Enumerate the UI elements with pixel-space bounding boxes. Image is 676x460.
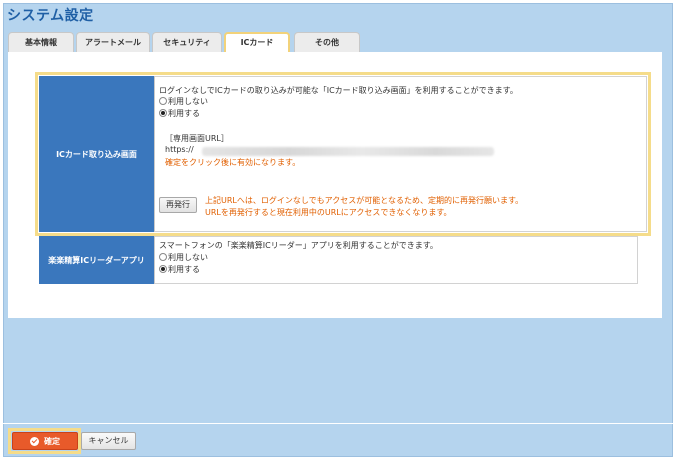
cancel-button[interactable]: キャンセル: [81, 432, 136, 450]
reader-app-option-on[interactable]: 利用する: [159, 264, 200, 275]
tab-alert-mail[interactable]: アラートメール: [76, 32, 150, 52]
reader-app-description: スマートフォンの「楽楽精算ICリーダー」アプリを利用することができます。: [159, 241, 438, 250]
check-circle-icon: [30, 436, 39, 446]
reader-app-body: スマートフォンの「楽楽精算ICリーダー」アプリを利用することができます。 利用し…: [155, 236, 638, 284]
tab-ic-card[interactable]: ICカード: [224, 32, 290, 52]
ic-capture-highlight: [35, 72, 651, 236]
confirm-button[interactable]: 確定: [12, 432, 78, 450]
radio-on-icon[interactable]: [159, 265, 167, 273]
reader-app-row: 楽楽精算ICリーダーアプリ スマートフォンの「楽楽精算ICリーダー」アプリを利用…: [39, 236, 638, 284]
radio-off-icon[interactable]: [159, 253, 167, 261]
reader-app-option-off[interactable]: 利用しない: [159, 252, 208, 263]
tab-other[interactable]: その他: [294, 32, 360, 52]
settings-panel: ICカード取り込み画面 ログインなしでICカードの取り込みが可能な「ICカード取…: [8, 52, 662, 318]
tab-security[interactable]: セキュリティ: [152, 32, 222, 52]
page-title: システム設定: [7, 8, 94, 24]
tab-basic-info[interactable]: 基本情報: [8, 32, 74, 52]
footer-divider: [3, 423, 673, 424]
reader-app-label: 楽楽精算ICリーダーアプリ: [39, 236, 155, 284]
